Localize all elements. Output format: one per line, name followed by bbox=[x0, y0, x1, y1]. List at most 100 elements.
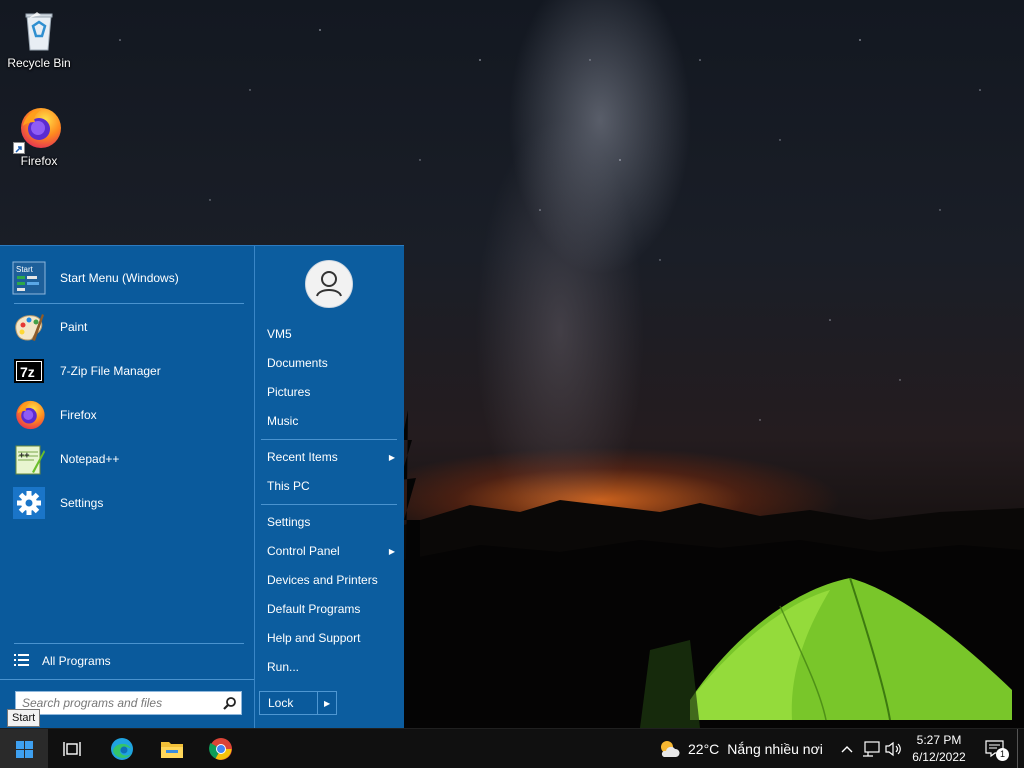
places-item-documents[interactable]: Documents bbox=[267, 352, 397, 374]
separator bbox=[261, 504, 397, 505]
places-item-label: Default Programs bbox=[267, 602, 361, 616]
firefox-icon bbox=[13, 104, 63, 154]
gear-icon bbox=[12, 486, 46, 520]
taskbar-file-explorer[interactable] bbox=[148, 729, 196, 768]
desktop-icon-firefox[interactable]: Firefox bbox=[1, 104, 77, 168]
program-label: Notepad++ bbox=[60, 452, 120, 466]
start-menu-settings-icon: Start bbox=[12, 261, 46, 295]
submenu-arrow-icon: ▶ bbox=[388, 452, 395, 462]
svg-text:7z: 7z bbox=[20, 364, 35, 380]
volume-tray-button[interactable] bbox=[884, 739, 904, 759]
notification-count-badge: 1 bbox=[996, 748, 1009, 761]
pinned-start-menu-windows[interactable]: Start Start Menu (Windows) bbox=[12, 258, 246, 298]
program-label: Firefox bbox=[60, 408, 97, 422]
taskbar-chrome[interactable] bbox=[197, 729, 245, 768]
separator bbox=[14, 643, 244, 644]
places-item-recent-items[interactable]: Recent Items ▶ bbox=[267, 446, 397, 468]
all-programs-label: All Programs bbox=[42, 654, 111, 668]
places-item-music[interactable]: Music bbox=[267, 410, 397, 432]
desktop-icon-label: Firefox bbox=[20, 154, 58, 168]
svg-text:++: ++ bbox=[19, 450, 30, 460]
separator bbox=[14, 303, 244, 304]
user-icon bbox=[316, 271, 342, 297]
speaker-icon bbox=[885, 741, 901, 757]
places-item-settings[interactable]: Settings bbox=[267, 511, 397, 533]
start-tooltip: Start bbox=[7, 709, 41, 727]
start-menu-programs-pane: Start Start Menu (Windows) Paint 7z 7-Zi… bbox=[0, 246, 254, 729]
desktop-icon-recycle-bin[interactable]: Recycle Bin bbox=[1, 6, 77, 70]
places-item-devices-and-printers[interactable]: Devices and Printers bbox=[267, 569, 397, 591]
places-item-label: Run... bbox=[267, 660, 300, 674]
task-view-button[interactable] bbox=[48, 729, 96, 768]
partly-sunny-icon bbox=[661, 741, 680, 757]
svg-text:Start: Start bbox=[16, 265, 34, 274]
clock-time: 5:27 PM bbox=[916, 733, 962, 747]
places-item-help-and-support[interactable]: Help and Support bbox=[267, 627, 397, 649]
places-item-label: Devices and Printers bbox=[267, 573, 378, 587]
edge-icon bbox=[111, 738, 133, 760]
program-label: 7-Zip File Manager bbox=[60, 364, 161, 378]
shortcut-arrow-icon bbox=[13, 142, 25, 154]
program-label: Paint bbox=[60, 320, 88, 334]
task-view-icon bbox=[63, 742, 81, 756]
paint-palette-icon bbox=[12, 310, 46, 344]
places-item-label: This PC bbox=[267, 479, 310, 493]
action-center-button[interactable]: 1 bbox=[983, 739, 1009, 761]
firefox-icon bbox=[12, 398, 46, 432]
chevron-up-icon bbox=[841, 746, 853, 753]
pinned-paint[interactable]: Paint bbox=[12, 307, 246, 347]
pinned-notepad-plus-plus[interactable]: ++ Notepad++ bbox=[12, 439, 246, 479]
places-item-control-panel[interactable]: Control Panel ▶ bbox=[267, 540, 397, 562]
places-item-label: VM5 bbox=[267, 327, 292, 341]
separator bbox=[0, 679, 254, 680]
search-icon[interactable] bbox=[219, 696, 241, 710]
pinned-settings[interactable]: Settings bbox=[12, 483, 246, 523]
submenu-arrow-icon: ▶ bbox=[388, 546, 395, 556]
clock-date: 6/12/2022 bbox=[912, 750, 966, 764]
start-button[interactable] bbox=[0, 729, 48, 768]
shutdown-options-arrow-icon[interactable]: ▶ bbox=[317, 692, 336, 714]
network-tray-button[interactable] bbox=[861, 739, 881, 759]
places-item-pictures[interactable]: Pictures bbox=[267, 381, 397, 403]
places-item-this-pc[interactable]: This PC bbox=[267, 475, 397, 497]
pinned-7zip[interactable]: 7z 7-Zip File Manager bbox=[12, 351, 246, 391]
7zip-icon: 7z bbox=[12, 354, 46, 388]
places-item-label: Pictures bbox=[267, 385, 311, 399]
all-programs-button[interactable]: All Programs bbox=[14, 649, 244, 673]
taskbar-clock[interactable]: 5:27 PM 6/12/2022 bbox=[906, 732, 972, 766]
windows-logo-icon bbox=[15, 740, 33, 758]
places-item-label: Recent Items bbox=[267, 450, 338, 464]
places-item-label: Music bbox=[267, 414, 299, 428]
show-desktop-button[interactable] bbox=[1017, 729, 1024, 768]
places-item-user-folder[interactable]: VM5 bbox=[267, 323, 397, 345]
program-label: Settings bbox=[60, 496, 104, 510]
search-box[interactable] bbox=[15, 691, 242, 715]
start-menu-places-pane: VM5 Documents Pictures Music Recent Item… bbox=[254, 246, 404, 729]
network-icon bbox=[863, 741, 880, 757]
start-menu: Start Start Menu (Windows) Paint 7z 7-Zi… bbox=[0, 245, 404, 729]
weather-temperature: 22°C bbox=[688, 741, 720, 757]
notepad-plus-plus-icon: ++ bbox=[12, 442, 46, 476]
places-item-label: Settings bbox=[267, 515, 311, 529]
taskbar: 22°C Nắng nhiều nơi 5:27 PM 6/12/2022 1 bbox=[0, 728, 1024, 768]
lock-label: Lock bbox=[268, 696, 294, 710]
weather-widget[interactable]: 22°C Nắng nhiều nơi bbox=[658, 729, 823, 768]
file-explorer-icon bbox=[161, 742, 183, 758]
taskbar-edge[interactable] bbox=[98, 729, 146, 768]
places-item-run[interactable]: Run... bbox=[267, 656, 397, 678]
user-avatar[interactable] bbox=[305, 260, 353, 308]
places-item-default-programs[interactable]: Default Programs bbox=[267, 598, 397, 620]
separator bbox=[261, 439, 397, 440]
program-label: Start Menu (Windows) bbox=[60, 271, 179, 285]
places-item-label: Documents bbox=[267, 356, 328, 370]
places-item-label: Control Panel bbox=[267, 544, 340, 558]
weather-condition: Nắng nhiều nơi bbox=[727, 741, 823, 757]
chrome-icon bbox=[209, 738, 232, 760]
show-hidden-icons-button[interactable] bbox=[837, 739, 857, 759]
list-icon bbox=[14, 653, 42, 670]
pinned-firefox[interactable]: Firefox bbox=[12, 395, 246, 435]
lock-button[interactable]: Lock ▶ bbox=[259, 691, 337, 715]
recycle-bin-icon bbox=[15, 6, 63, 54]
places-item-label: Help and Support bbox=[267, 631, 361, 645]
search-input[interactable] bbox=[16, 693, 219, 713]
